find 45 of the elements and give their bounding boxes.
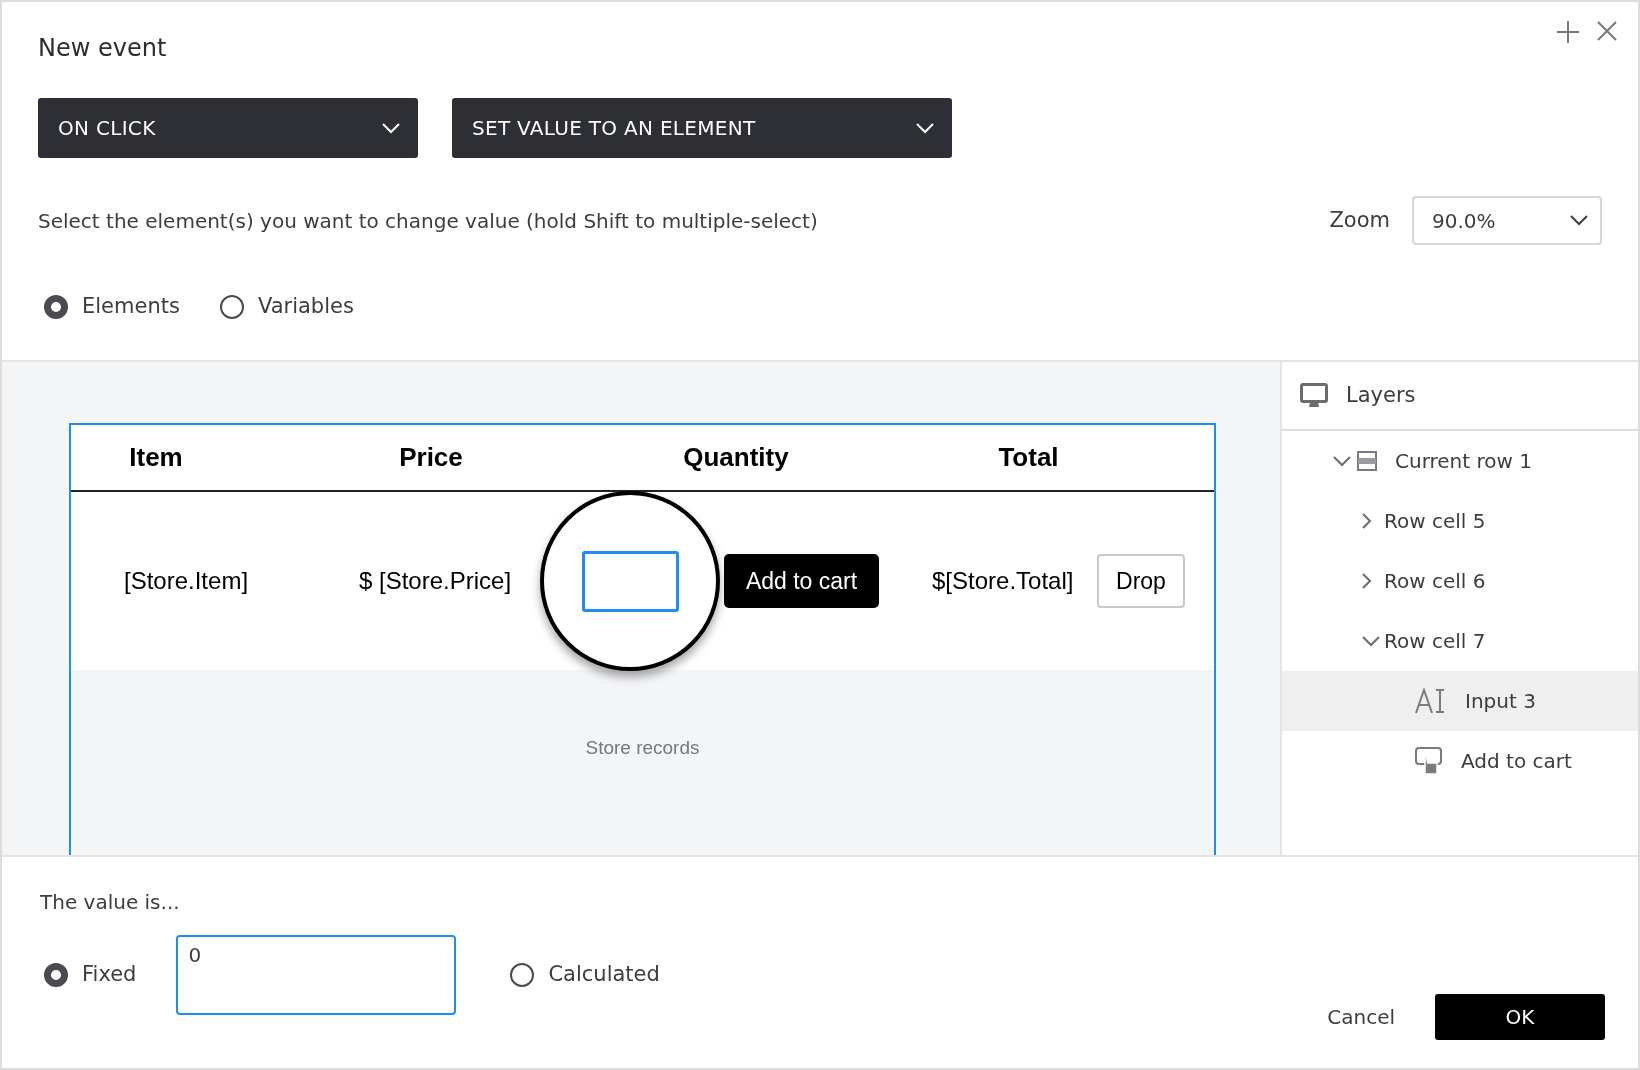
ok-button[interactable]: OK — [1435, 994, 1605, 1040]
chevron-right-icon — [1362, 513, 1372, 529]
chevron-down-icon — [1362, 635, 1380, 647]
layer-item[interactable]: Row cell 5 — [1282, 491, 1638, 551]
hand-pointer-icon — [1415, 747, 1443, 775]
instruction-text: Select the element(s) you want to change value (hold Shift to multiple-select) — [38, 207, 818, 235]
text-input-icon — [1415, 688, 1447, 714]
layer-item[interactable]: Row cell 7 — [1282, 611, 1638, 671]
rows-icon — [1357, 451, 1377, 471]
chevron-down-icon — [916, 122, 934, 134]
layer-item[interactable]: Current row 1 — [1282, 431, 1638, 491]
layers-header: Layers — [1282, 362, 1638, 431]
layer-item[interactable]: Input 3 — [1282, 671, 1638, 731]
chevron-down-icon — [1570, 215, 1588, 226]
column-header: Total — [998, 441, 1059, 474]
column-header: Item — [129, 441, 183, 474]
monitor-icon — [1300, 382, 1328, 409]
trigger-dropdown[interactable]: ON CLICK — [38, 98, 418, 158]
value-type-radio[interactable]: Calculated — [510, 959, 660, 991]
value-input-field[interactable]: 0 — [176, 935, 457, 1015]
chevron-right-icon — [1362, 573, 1372, 589]
target-radio[interactable]: Variables — [219, 291, 354, 323]
chevron-down-icon — [382, 122, 400, 134]
add-to-cart-button[interactable]: Add to cart — [724, 554, 879, 608]
layer-item[interactable]: Row cell 6 — [1282, 551, 1638, 611]
target-radio[interactable]: Elements — [44, 291, 180, 323]
cancel-button[interactable]: Cancel — [1321, 1001, 1401, 1033]
zoom-dropdown[interactable]: 90.0% — [1412, 196, 1602, 245]
layer-item[interactable]: Add to cart — [1282, 731, 1638, 791]
table-cell: $[Store.Total] — [932, 567, 1074, 594]
chevron-down-icon — [1333, 455, 1351, 467]
value-type-radio[interactable]: Fixed — [44, 959, 137, 991]
dialog-title: New event — [38, 33, 167, 64]
zoom-label: Zoom — [1329, 206, 1390, 234]
table-cell: $ [Store.Price] — [359, 567, 512, 594]
action-dropdown[interactable]: SET VALUE TO AN ELEMENT — [452, 98, 952, 158]
table-cell: [Store.Item] — [124, 567, 249, 594]
column-header: Quantity — [683, 441, 789, 474]
table-caption: Store records — [585, 736, 700, 760]
add-icon[interactable] — [1556, 20, 1580, 44]
column-header: Price — [399, 441, 463, 474]
value-label: The value is... — [40, 889, 181, 916]
drop-button[interactable]: Drop — [1097, 554, 1185, 608]
quantity-input-field[interactable] — [581, 550, 679, 612]
close-icon[interactable] — [1596, 20, 1618, 42]
